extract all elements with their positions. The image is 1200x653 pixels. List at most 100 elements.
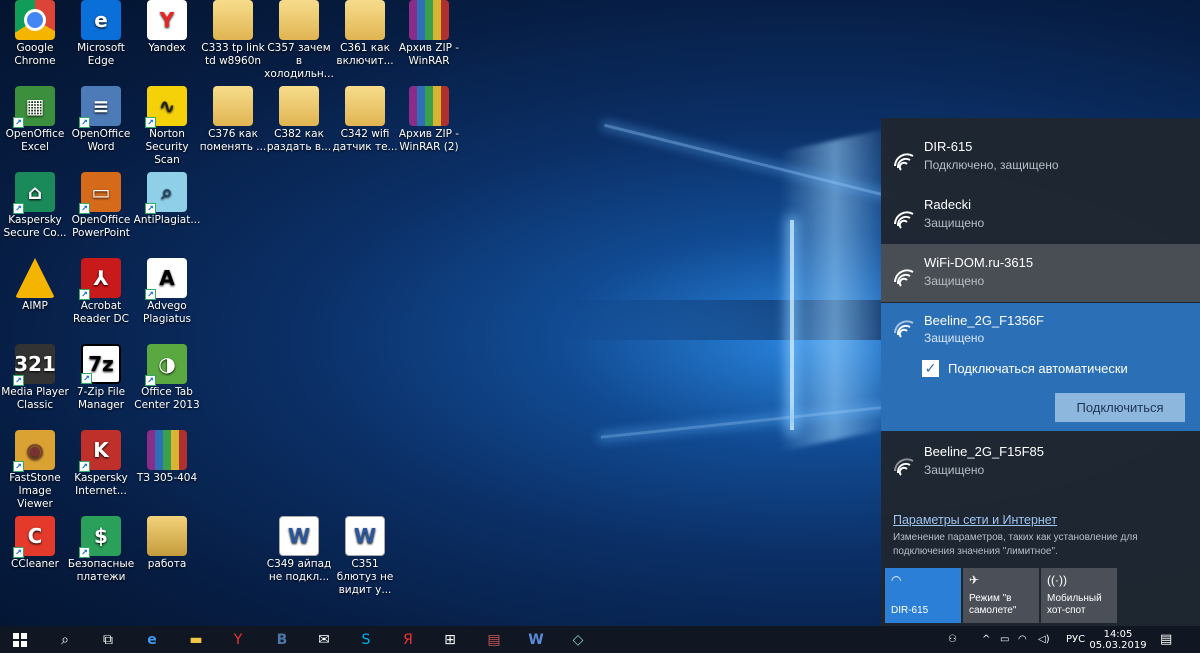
search-button[interactable]: ⌕ <box>45 626 85 653</box>
desktop-icon-c361[interactable]: C361 как включит... <box>330 0 400 68</box>
desktop-icon-c333[interactable]: C333 tp link td w8960n <box>198 0 268 68</box>
desktop-icon-faststone[interactable]: ◉ ↗ FastStone Image Viewer <box>0 430 70 511</box>
wifi-tray-icon[interactable]: ◠ <box>1018 626 1027 653</box>
desktop-icon-advego[interactable]: A ↗ Advego Plagiatus <box>132 258 202 326</box>
taskbar: ⌕ ⧉ e ▬ Y B ✉ S Я ⊞ ▤ W ◇ ⚇ ^ ▭ ◠ ◁) РУС… <box>0 626 1200 653</box>
desktop-icon-c342[interactable]: C342 wifi датчик те... <box>330 86 400 154</box>
start-button[interactable] <box>0 626 40 653</box>
notification-center-icon[interactable]: ▤ <box>1160 626 1172 653</box>
taskbar-yandex-browser[interactable]: Я <box>388 626 428 653</box>
desktop-icon-yandex[interactable]: Y Yandex <box>132 0 202 55</box>
desktop-icon-kaspersky-secure[interactable]: ⌂ ↗ Kaspersky Secure Co... <box>0 172 70 240</box>
safe-money-icon: $ ↗ <box>79 516 121 558</box>
desktop-icon-winrar-archive[interactable]: Архив ZIP - WinRAR <box>394 0 464 68</box>
desktop-icon-rabota-folder[interactable]: работа <box>132 516 202 571</box>
desktop-icon-c382[interactable]: C382 как раздать в... <box>264 86 334 154</box>
yandex-browser-icon: Я <box>403 631 413 648</box>
network-settings-link[interactable]: Параметры сети и Интернет <box>893 513 1057 527</box>
people-icon[interactable]: ⚇ <box>948 626 957 653</box>
7zip-icon: 7z ↗ <box>81 344 121 384</box>
volume-icon[interactable]: ◁) <box>1038 626 1050 653</box>
chevron-up-icon[interactable]: ^ <box>982 626 990 653</box>
connect-button[interactable]: Подключиться <box>1055 393 1185 422</box>
edge-icon: e <box>81 0 121 40</box>
quick-action-airplane[interactable]: ✈ Режим "в самолете" <box>963 568 1039 623</box>
task-view-button[interactable]: ⧉ <box>88 626 128 653</box>
desktop-icon-label: OpenOffice PowerPoint <box>71 214 131 239</box>
network-status: Защищено <box>924 463 985 477</box>
desktop-icon-tz-archive[interactable]: ТЗ 305-404 <box>132 430 202 485</box>
windows-logo-icon <box>13 632 27 647</box>
desktop-icon-7zip[interactable]: 7z ↗ 7-Zip File Manager <box>66 344 136 412</box>
wifi-secured-icon <box>894 458 914 476</box>
wifi-secured-icon <box>894 320 914 338</box>
desktop-icon-antiplagiat[interactable]: ⌕ ↗ AntiPlagiat... <box>132 172 202 227</box>
desktop-icon-c376[interactable]: C376 как поменять ... <box>198 86 268 154</box>
kaspersky-internet-icon: K ↗ <box>79 430 121 472</box>
taskbar-mail[interactable]: ✉ <box>304 626 344 653</box>
wifi-secured-icon <box>894 211 914 229</box>
desktop-icon-openoffice-word[interactable]: ≡ ↗ OpenOffice Word <box>66 86 136 154</box>
taskbar-winrar[interactable]: ▤ <box>474 626 514 653</box>
network-item-beeline-f1356f[interactable]: Beeline_2G_F1356F Защищено ✓ Подключатьс… <box>881 303 1200 431</box>
clock[interactable]: 14:05 05.03.2019 <box>1088 629 1148 651</box>
taskbar-skype[interactable]: S <box>346 626 386 653</box>
folder-icon: ▬ <box>189 631 203 648</box>
desktop-icon-chrome[interactable]: Google Chrome <box>0 0 70 68</box>
desktop-icon-label: C382 как раздать в... <box>266 128 332 153</box>
quick-action-hotspot[interactable]: ((·)) Мобильный хот-спот <box>1041 568 1117 623</box>
desktop-icon-ccleaner[interactable]: C ↗ CCleaner <box>0 516 70 571</box>
desktop-icon-label: Архив ZIP - WinRAR (2) <box>398 128 460 153</box>
taskbar-word[interactable]: W <box>516 626 556 653</box>
taskbar-edge[interactable]: e <box>132 626 172 653</box>
taskbar-vk[interactable]: B <box>262 626 302 653</box>
desktop-icon-winrar-archive-2[interactable]: Архив ZIP - WinRAR (2) <box>394 86 464 154</box>
desktop-icon-label: 7-Zip File Manager <box>76 386 126 411</box>
desktop-icon-c357[interactable]: C357 зачем в холодильн... <box>264 0 334 81</box>
desktop-icon-c351[interactable]: W C351 блютуз не видит у... <box>330 516 400 597</box>
faststone-icon: ◉ ↗ <box>13 430 55 472</box>
network-status: Защищено <box>924 216 985 230</box>
desktop-icon-office-tab[interactable]: ◑ ↗ Office Tab Center 2013 <box>132 344 202 412</box>
hotspot-icon: ((·)) <box>1047 573 1067 587</box>
taskbar-explorer[interactable]: ▬ <box>176 626 216 653</box>
quick-action-wifi[interactable]: ◠ DIR-615 <box>885 568 961 623</box>
network-ssid: WiFi-DOM.ru-3615 <box>924 255 1034 270</box>
desktop-icon-kaspersky-internet[interactable]: K ↗ Kaspersky Internet... <box>66 430 136 498</box>
network-item-beeline-f15f85[interactable]: Beeline_2G_F15F85 Защищено <box>881 433 1200 491</box>
wifi-connected-icon <box>894 153 914 171</box>
battery-icon[interactable]: ▭ <box>1000 626 1009 653</box>
network-ssid: Radecki <box>924 197 971 212</box>
network-status: Подключено, защищено <box>924 158 1059 172</box>
desktop-icon-label: FastStone Image Viewer <box>9 472 61 510</box>
language-indicator[interactable]: РУС <box>1066 626 1085 653</box>
desktop-icon-openoffice-excel[interactable]: ▦ ↗ OpenOffice Excel <box>0 86 70 154</box>
desktop-icon-acrobat[interactable]: ⅄ ↗ Acrobat Reader DC <box>66 258 136 326</box>
desktop-icon-mpc[interactable]: 321 ↗ Media Player Classic <box>0 344 70 412</box>
app-icon: ◇ <box>572 631 584 648</box>
taskbar-app[interactable]: ◇ <box>558 626 598 653</box>
desktop-icon-aimp[interactable]: AIMP <box>0 258 70 313</box>
desktop-icon-label: C342 wifi датчик те... <box>332 128 398 153</box>
desktop-icon-edge[interactable]: e Microsoft Edge <box>66 0 136 68</box>
folder-doc-icon <box>213 0 253 40</box>
mpc-icon: 321 ↗ <box>13 344 56 386</box>
desktop-icon-safe-money[interactable]: $ ↗ Безопасные платежи <box>66 516 136 584</box>
store-icon: ⊞ <box>444 631 456 648</box>
taskbar-yandex[interactable]: Y <box>218 626 258 653</box>
desktop-icon-label: C349 айпад не подкл... <box>266 558 332 583</box>
desktop-icon-norton[interactable]: ∿ ↗ Norton Security Scan <box>132 86 202 167</box>
openoffice-calc-icon: ▦ ↗ <box>13 86 55 128</box>
desktop-icon-c349[interactable]: W C349 айпад не подкл... <box>264 516 334 584</box>
desktop-icon-openoffice-powerpoint[interactable]: ▭ ↗ OpenOffice PowerPoint <box>66 172 136 240</box>
network-item-radecki[interactable]: Radecki Защищено <box>881 186 1200 244</box>
auto-connect-checkbox[interactable]: ✓ <box>922 360 939 377</box>
wallpaper-light-ray-bottom <box>600 404 900 439</box>
skype-icon: S <box>361 631 371 648</box>
vk-icon: B <box>276 631 288 648</box>
network-item-dir615[interactable]: DIR-615 Подключено, защищено <box>881 128 1200 186</box>
desktop-icon-label: ТЗ 305-404 <box>136 472 198 484</box>
network-item-wifi-dom[interactable]: WiFi-DOM.ru-3615 Защищено <box>881 244 1200 302</box>
wifi-icon: ◠ <box>891 573 902 587</box>
taskbar-store[interactable]: ⊞ <box>430 626 470 653</box>
